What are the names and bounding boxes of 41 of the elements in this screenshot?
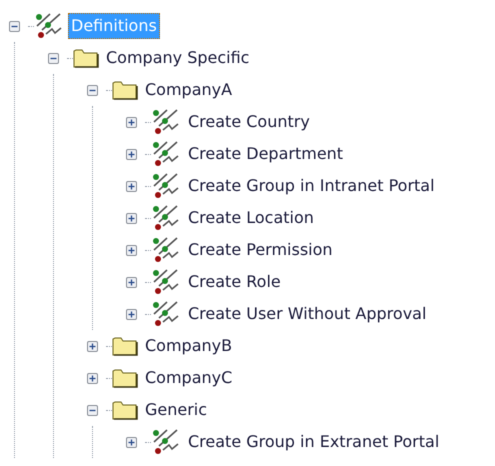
folder-icon — [112, 335, 138, 357]
workflow-icon — [151, 300, 181, 328]
expand-icon[interactable] — [126, 116, 136, 128]
tree-item-label[interactable]: CompanyA — [142, 77, 236, 103]
tree-item-label[interactable]: CompanyC — [142, 365, 236, 391]
folder-icon — [112, 79, 138, 101]
tree-item-label[interactable]: Generic — [142, 397, 210, 423]
collapse-icon[interactable] — [48, 52, 58, 64]
expand-icon[interactable] — [126, 276, 136, 288]
tree-item-label[interactable]: Create Department — [185, 141, 346, 167]
expand-icon[interactable] — [126, 436, 136, 448]
workflow-icon — [151, 428, 181, 456]
tree-item-label[interactable]: Create Location — [185, 205, 317, 231]
workflow-icon — [151, 172, 181, 200]
expand-icon[interactable] — [126, 308, 136, 320]
tree-item-label[interactable]: Create Country — [185, 109, 313, 135]
workflow-icon — [34, 12, 64, 40]
tree-item-label[interactable]: Create Permission — [185, 237, 336, 263]
expand-icon[interactable] — [126, 148, 136, 160]
collapse-icon[interactable] — [86, 84, 98, 96]
tree-item-label[interactable]: CompanyB — [142, 333, 236, 359]
folder-icon — [112, 367, 138, 389]
workflow-icon — [151, 236, 181, 264]
folder-icon — [112, 399, 138, 421]
expand-icon[interactable] — [126, 244, 136, 256]
expand-icon[interactable] — [86, 372, 98, 384]
expand-icon[interactable] — [126, 180, 136, 192]
collapse-icon[interactable] — [86, 404, 98, 416]
tree-item-label[interactable]: Create User Without Approval — [185, 301, 430, 327]
workflow-icon — [151, 140, 181, 168]
tree-item-label[interactable]: Create Group in Extranet Portal — [185, 429, 442, 455]
expand-icon[interactable] — [126, 212, 136, 224]
tree-item-label[interactable]: Create Role — [185, 269, 284, 295]
tree-item-label[interactable]: Create Group in Intranet Portal — [185, 173, 438, 199]
folder-icon — [73, 47, 99, 69]
workflow-icon — [151, 268, 181, 296]
collapse-icon[interactable] — [8, 20, 20, 32]
workflow-icon — [151, 108, 181, 136]
workflow-icon — [151, 204, 181, 232]
tree-item-label[interactable]: Company Specific — [103, 45, 252, 71]
expand-icon[interactable] — [86, 340, 98, 352]
